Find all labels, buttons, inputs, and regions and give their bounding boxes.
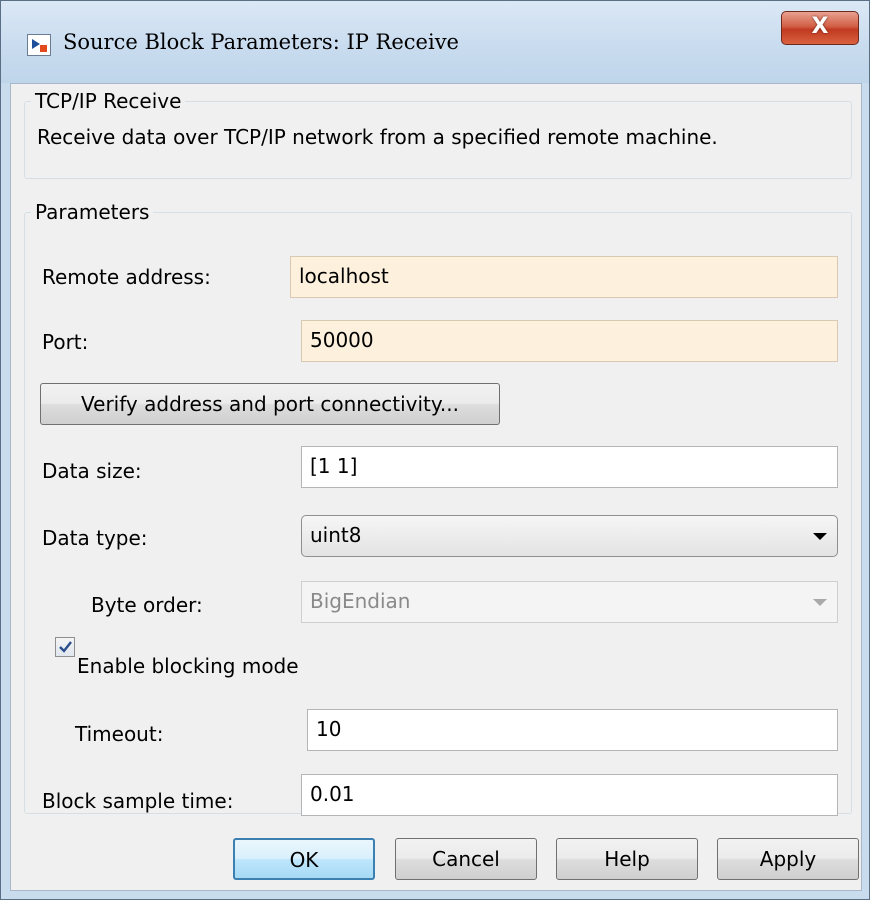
parameters-group-title: Parameters bbox=[35, 200, 150, 224]
sample-time-label: Block sample time: bbox=[42, 789, 234, 813]
timeout-input[interactable]: 10 bbox=[307, 709, 838, 751]
blocking-mode-checkbox[interactable] bbox=[55, 637, 75, 657]
data-type-select[interactable]: uint8 bbox=[301, 515, 838, 557]
remote-address-label: Remote address: bbox=[42, 265, 211, 289]
dropdown-arrow-icon bbox=[813, 599, 827, 606]
verify-connectivity-button[interactable]: Verify address and port connectivity... bbox=[40, 383, 500, 425]
sample-time-input[interactable]: 0.01 bbox=[301, 774, 838, 816]
dialog-window: Source Block Parameters: IP Receive X TC… bbox=[0, 0, 870, 900]
port-label: Port: bbox=[42, 330, 89, 354]
dialog-content: TCP/IP Receive Receive data over TCP/IP … bbox=[10, 83, 862, 891]
byte-order-select: BigEndian bbox=[301, 581, 838, 623]
close-icon: X bbox=[811, 14, 829, 39]
data-size-label: Data size: bbox=[42, 459, 142, 483]
parameters-group: Parameters Remote address: localhost Por… bbox=[24, 200, 852, 816]
block-description: Receive data over TCP/IP network from a … bbox=[37, 125, 718, 149]
simulink-block-icon bbox=[27, 34, 51, 56]
checkmark-icon bbox=[59, 641, 72, 653]
help-button[interactable]: Help bbox=[556, 838, 698, 880]
description-group: TCP/IP Receive Receive data over TCP/IP … bbox=[24, 89, 852, 179]
byte-order-value: BigEndian bbox=[310, 589, 411, 613]
title-bar[interactable]: Source Block Parameters: IP Receive X bbox=[1, 1, 869, 83]
close-button[interactable]: X bbox=[781, 11, 859, 45]
remote-address-input[interactable]: localhost bbox=[290, 256, 838, 298]
data-type-value: uint8 bbox=[310, 523, 362, 547]
timeout-label: Timeout: bbox=[75, 722, 164, 746]
byte-order-label: Byte order: bbox=[91, 593, 203, 617]
blocking-mode-label: Enable blocking mode bbox=[77, 654, 299, 678]
data-type-label: Data type: bbox=[42, 526, 148, 550]
data-size-input[interactable]: [1 1] bbox=[301, 446, 838, 488]
description-group-title: TCP/IP Receive bbox=[35, 89, 182, 113]
port-input[interactable]: 50000 bbox=[301, 320, 838, 362]
cancel-button[interactable]: Cancel bbox=[395, 838, 537, 880]
apply-button[interactable]: Apply bbox=[717, 838, 859, 880]
window-title: Source Block Parameters: IP Receive bbox=[63, 30, 459, 54]
ok-button[interactable]: OK bbox=[233, 838, 375, 880]
dropdown-arrow-icon bbox=[813, 533, 827, 540]
